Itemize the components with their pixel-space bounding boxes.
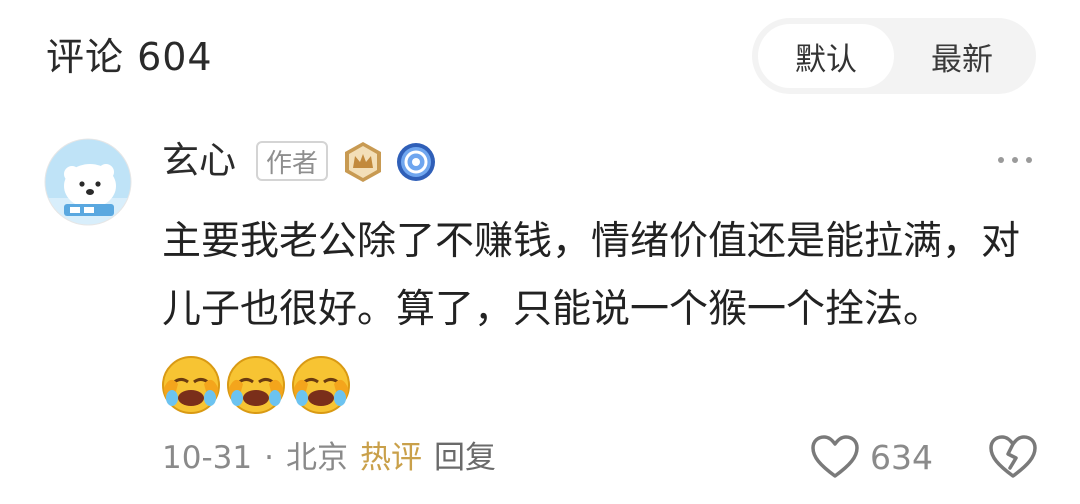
more-options-icon[interactable] — [998, 150, 1032, 170]
comment-meta: 10-31 · 北京 热评 回复 — [162, 436, 496, 480]
comment-date: 10-31 — [162, 440, 253, 476]
avatar[interactable] — [44, 138, 132, 226]
like-count: 634 — [870, 438, 933, 477]
reply-button[interactable]: 回复 — [434, 436, 496, 480]
comments-count-title: 评论 604 — [46, 35, 213, 79]
laughing-crying-emoji-icon — [292, 356, 350, 414]
sort-latest-tab[interactable]: 最新 — [894, 24, 1030, 88]
author-tag: 作者 — [256, 141, 328, 181]
laughing-crying-emoji-icon — [227, 356, 285, 414]
emoji-row — [160, 354, 352, 416]
heart-icon[interactable] — [810, 434, 860, 480]
hot-comment-label: 热评 — [359, 440, 422, 476]
comment-location: 北京 — [285, 440, 348, 476]
broken-heart-icon[interactable] — [988, 434, 1038, 480]
meta-separator: · — [264, 440, 274, 476]
ring-badge-icon[interactable] — [396, 142, 436, 182]
comment-text: 主要我老公除了不赚钱，情绪价值还是能拉满，对儿子也很好。算了，只能说一个猴一个拴… — [162, 219, 1021, 332]
laughing-crying-emoji-icon — [162, 356, 220, 414]
crown-badge-icon[interactable] — [341, 140, 385, 184]
sort-default-tab[interactable]: 默认 — [758, 24, 894, 88]
sort-toggle: 默认 最新 — [752, 18, 1036, 94]
author-name[interactable]: 玄心 — [162, 138, 236, 184]
